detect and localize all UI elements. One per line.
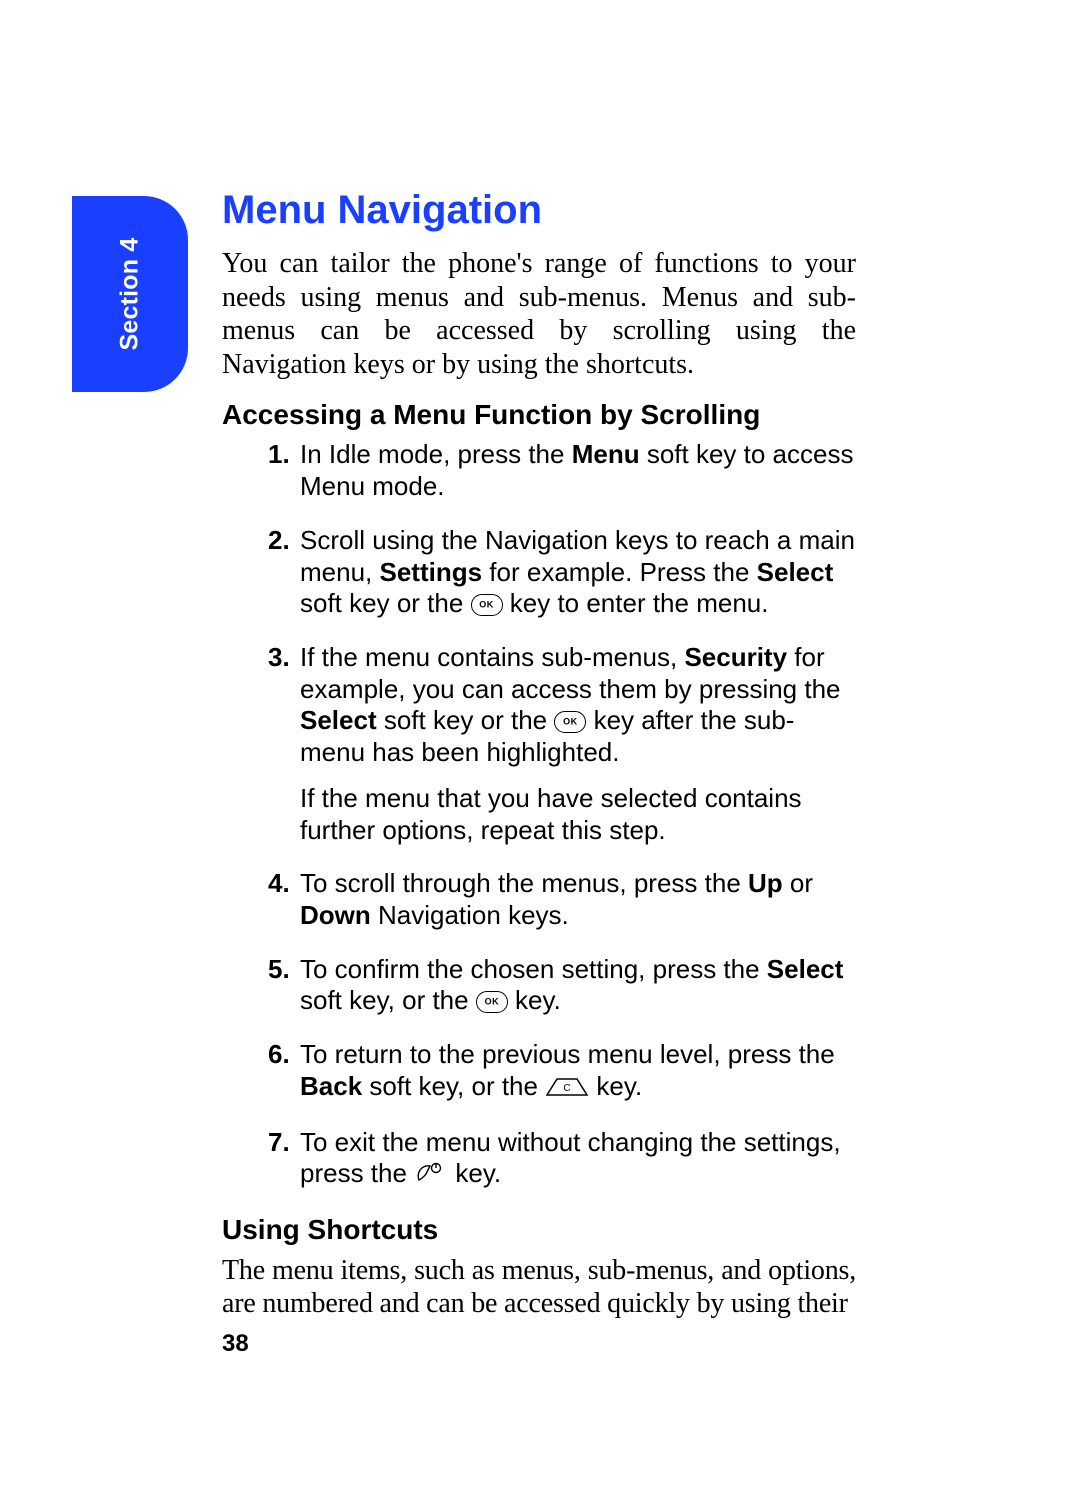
bold: Settings [380, 557, 483, 587]
subheading-shortcuts: Using Shortcuts [222, 1214, 856, 1246]
bold: Up [748, 868, 783, 898]
text: If the menu contains sub-menus, [300, 642, 684, 672]
step-6: To return to the previous menu level, pr… [222, 1039, 856, 1104]
step-3: If the menu contains sub-menus, Security… [222, 642, 856, 846]
bold: Security [684, 642, 787, 672]
step-3-followup: If the menu that you have selected conta… [300, 783, 856, 846]
text: key. [448, 1158, 501, 1188]
section-tab: Section 4 [72, 196, 188, 392]
text: In Idle mode, press the [300, 439, 572, 469]
bold: Back [300, 1071, 362, 1101]
text: soft key, or the [362, 1071, 545, 1101]
bold: Select [757, 557, 834, 587]
text: To return to the previous menu level, pr… [300, 1039, 835, 1069]
text: key. [508, 985, 561, 1015]
bold: Down [300, 900, 371, 930]
step-4: To scroll through the menus, press the U… [222, 868, 856, 931]
step-2: Scroll using the Navigation keys to reac… [222, 525, 856, 620]
text: for example. Press the [482, 557, 757, 587]
content-column: Menu Navigation You can tailor the phone… [222, 188, 856, 1358]
step-5: To confirm the chosen setting, press the… [222, 954, 856, 1017]
ok-key-icon [554, 711, 586, 733]
shortcuts-paragraph: The menu items, such as menus, sub-menus… [222, 1254, 856, 1320]
end-key-icon [414, 1160, 448, 1192]
subheading-accessing: Accessing a Menu Function by Scrolling [222, 399, 856, 431]
text: Navigation keys. [371, 900, 569, 930]
ok-key-icon [476, 991, 508, 1013]
page-title: Menu Navigation [222, 188, 856, 233]
text: key. [589, 1071, 642, 1101]
steps-list: In Idle mode, press the Menu soft key to… [222, 439, 856, 1192]
step-1: In Idle mode, press the Menu soft key to… [222, 439, 856, 502]
section-tab-label: Section 4 [116, 238, 145, 351]
text: To exit the menu without changing the se… [300, 1127, 841, 1189]
text: soft key, or the [300, 985, 476, 1015]
ok-key-icon [471, 594, 503, 616]
text: To scroll through the menus, press the [300, 868, 748, 898]
bold: Select [767, 954, 844, 984]
text: To confirm the chosen setting, press the [300, 954, 767, 984]
page-number: 38 [222, 1330, 856, 1358]
bold: Menu [572, 439, 640, 469]
text: or [783, 868, 813, 898]
text: soft key or the [300, 588, 471, 618]
bold: Select [300, 705, 377, 735]
svg-text:C: C [564, 1083, 571, 1094]
text: soft key or the [377, 705, 555, 735]
intro-paragraph: You can tailor the phone's range of func… [222, 247, 856, 381]
text: key to enter the menu. [503, 588, 769, 618]
c-key-icon: C [545, 1073, 589, 1105]
step-7: To exit the menu without changing the se… [222, 1127, 856, 1192]
